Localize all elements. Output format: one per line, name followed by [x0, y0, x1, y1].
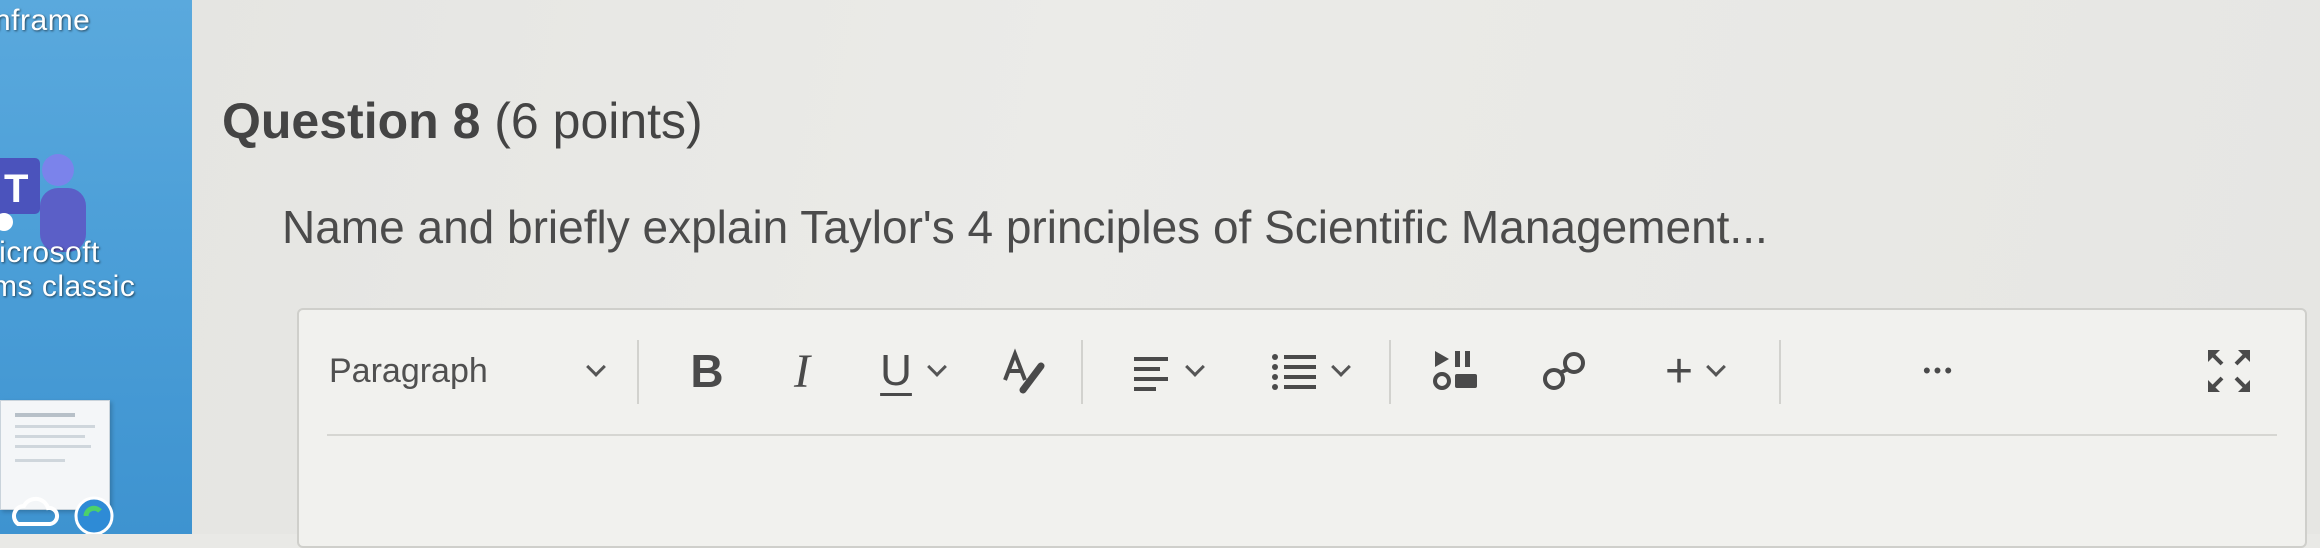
- chevron-down-icon: [1185, 357, 1205, 377]
- insert-more-dropdown[interactable]: +: [1639, 336, 1749, 406]
- svg-text:T: T: [4, 167, 28, 211]
- text-format-icon: [1003, 348, 1045, 394]
- align-dropdown[interactable]: [1111, 336, 1221, 406]
- chevron-down-icon: [926, 357, 947, 377]
- chevron-down-icon: [1706, 357, 1726, 377]
- list-dropdown[interactable]: [1249, 336, 1369, 406]
- desktop-strip: nframe T licrosoft ms classic: [0, 0, 192, 534]
- underline-button[interactable]: U: [857, 336, 967, 406]
- question-text: Name and briefly explain Taylor's 4 prin…: [282, 201, 1768, 253]
- chevron-down-icon: [1331, 357, 1351, 377]
- toolbar-divider: [637, 340, 639, 404]
- editor-toolbar: Paragraph B I U + •••: [299, 310, 2305, 434]
- cloud-sync-icon[interactable]: [10, 488, 120, 534]
- answer-text-area[interactable]: [299, 436, 2305, 546]
- list-icon: [1272, 354, 1316, 390]
- question-points: (6 points): [494, 93, 703, 149]
- question-heading: Question 8 (6 points): [222, 92, 703, 150]
- quiz-page: Question 8 (6 points) Name and briefly e…: [192, 0, 2320, 548]
- toolbar-divider: [1389, 340, 1391, 404]
- bold-button[interactable]: B: [667, 336, 747, 406]
- link-icon: [1543, 352, 1585, 390]
- align-icon: [1134, 357, 1168, 391]
- answer-editor[interactable]: Paragraph B I U + •••: [297, 308, 2307, 548]
- text-format-button[interactable]: [989, 336, 1059, 406]
- paragraph-format-dropdown[interactable]: Paragraph: [329, 336, 619, 406]
- fullscreen-icon: [2208, 350, 2250, 392]
- toolbar-divider: [1081, 340, 1083, 404]
- insert-link-button[interactable]: [1525, 336, 1605, 406]
- paragraph-format-label: Paragraph: [329, 351, 488, 390]
- desktop-label-app-line2[interactable]: ms classic: [0, 270, 135, 304]
- question-number: Question 8: [222, 93, 481, 149]
- fullscreen-button[interactable]: [2189, 336, 2269, 406]
- desktop-label-top[interactable]: nframe: [0, 4, 90, 38]
- insert-media-button[interactable]: [1417, 336, 1497, 406]
- more-icon[interactable]: •••: [1899, 336, 1979, 406]
- chevron-down-icon: [586, 357, 606, 377]
- desktop-label-app-line1[interactable]: licrosoft: [0, 236, 100, 270]
- underline-label: U: [880, 346, 912, 395]
- italic-button[interactable]: I: [767, 336, 837, 406]
- plus-icon: +: [1664, 344, 1694, 398]
- toolbar-divider: [1779, 340, 1781, 404]
- media-icon: [1433, 351, 1477, 390]
